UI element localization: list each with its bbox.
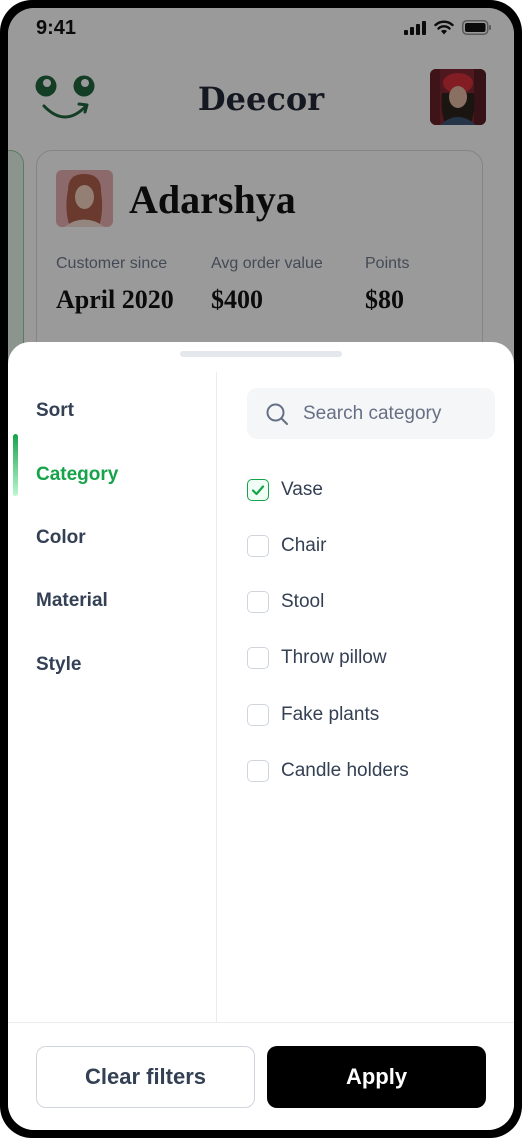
checkbox-checked[interactable] — [247, 479, 269, 501]
checkbox[interactable] — [247, 704, 269, 726]
category-search[interactable] — [247, 388, 495, 439]
filter-nav-material[interactable]: Material — [36, 590, 108, 612]
search-icon — [266, 403, 288, 425]
option-label: Stool — [281, 591, 325, 612]
active-nav-indicator — [13, 434, 18, 496]
footer-divider — [8, 1022, 514, 1023]
filter-sheet: Sort Category Color Material Style Vase — [8, 342, 514, 1130]
filter-nav-style[interactable]: Style — [36, 654, 81, 676]
filter-nav-color[interactable]: Color — [36, 527, 86, 549]
device-frame: 9:41 Deecor Adarshya Customer since Apri… — [0, 0, 522, 1138]
option-stool[interactable]: Stool — [247, 588, 324, 616]
option-chair[interactable]: Chair — [247, 532, 326, 560]
screen: 9:41 Deecor Adarshya Customer since Apri… — [8, 8, 514, 1130]
checkmark-icon — [251, 485, 265, 496]
option-fake-plants[interactable]: Fake plants — [247, 701, 379, 729]
option-throw-pillow[interactable]: Throw pillow — [247, 644, 387, 672]
option-candle-holders[interactable]: Candle holders — [247, 757, 409, 785]
option-label: Vase — [281, 479, 323, 500]
checkbox[interactable] — [247, 591, 269, 613]
option-label: Candle holders — [281, 760, 409, 781]
option-label: Fake plants — [281, 704, 380, 725]
apply-button[interactable]: Apply — [267, 1046, 486, 1108]
option-vase[interactable]: Vase — [247, 476, 323, 504]
checkbox[interactable] — [247, 647, 269, 669]
search-input[interactable] — [303, 388, 487, 439]
clear-filters-button[interactable]: Clear filters — [36, 1046, 255, 1108]
filter-nav-category[interactable]: Category — [36, 464, 118, 486]
sheet-drag-handle[interactable] — [180, 351, 342, 357]
option-label: Chair — [281, 535, 327, 556]
option-label: Throw pillow — [281, 647, 387, 668]
filter-nav-sort[interactable]: Sort — [36, 400, 74, 422]
checkbox[interactable] — [247, 760, 269, 782]
column-divider — [216, 372, 217, 1022]
checkbox[interactable] — [247, 535, 269, 557]
